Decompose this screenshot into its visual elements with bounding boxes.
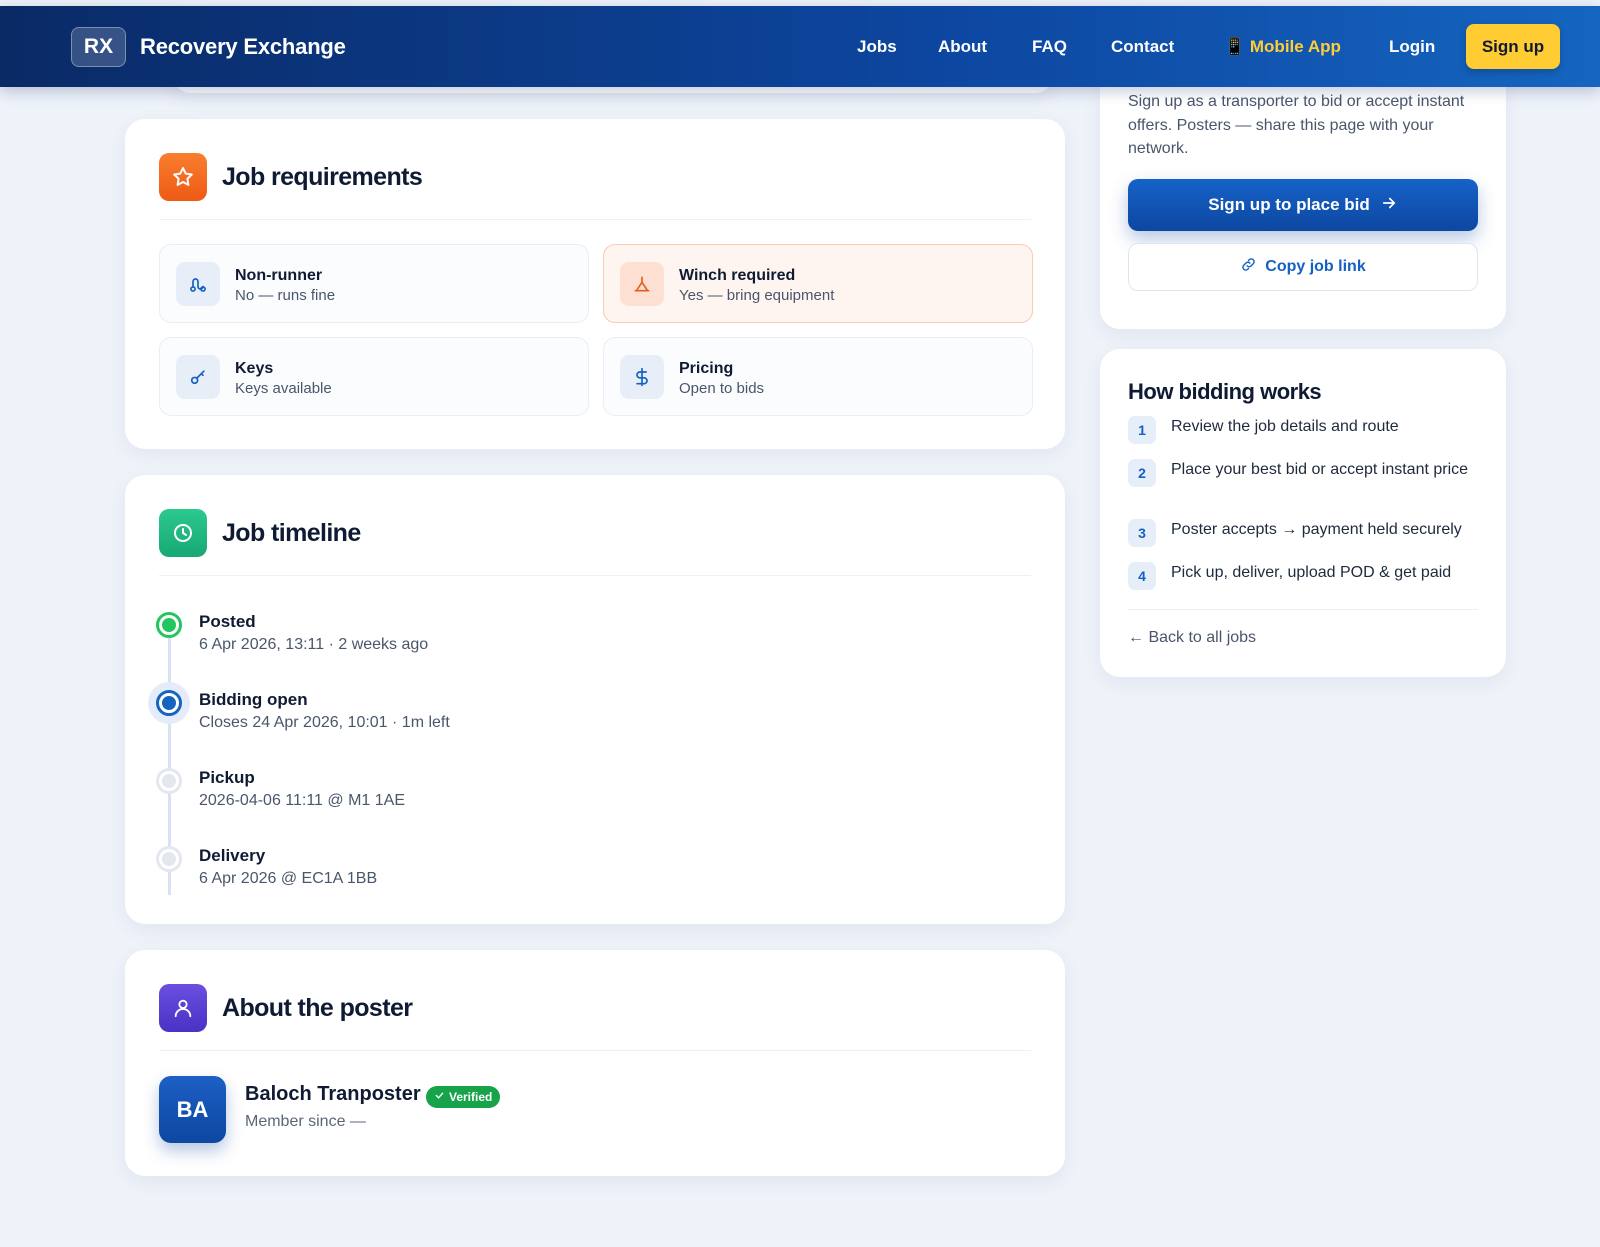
nav-about[interactable]: About <box>938 37 987 57</box>
logo-mark[interactable]: RX <box>71 27 126 67</box>
how-bidding-title: How bidding works <box>1128 379 1322 404</box>
tile-value: No — runs fine <box>235 287 336 304</box>
timeline-dot-pending <box>156 846 182 872</box>
timeline-step-detail: 6 Apr 2026, 13:11 · 2 weeks ago <box>199 636 429 653</box>
check-icon <box>434 1090 445 1104</box>
requirements-header: Job requirements <box>159 153 423 201</box>
how-bidding-card: How bidding works 1 Review the job detai… <box>1100 349 1506 677</box>
timeline-dot-done <box>156 612 182 638</box>
clock-icon <box>159 509 207 557</box>
nav-contact[interactable]: Contact <box>1111 37 1174 57</box>
nav-mobile-app[interactable]: 📱 Mobile App <box>1224 37 1341 57</box>
signup-button[interactable]: Sign up <box>1466 24 1560 69</box>
timeline-card: Job timeline Posted 6 Apr 2026, 13:11 · … <box>125 475 1065 924</box>
timeline-dot-pending <box>156 768 182 794</box>
key-icon <box>176 355 220 399</box>
dollar-icon <box>620 355 664 399</box>
poster-header: About the poster <box>159 984 413 1032</box>
divider <box>1128 609 1478 610</box>
poster-card: About the poster BA Baloch Tranposter Ve… <box>125 950 1065 1176</box>
user-icon <box>159 984 207 1032</box>
copy-link-label: Copy job link <box>1265 258 1366 275</box>
tile-title: Pricing <box>679 360 734 377</box>
cta-description: Sign up as a transporter to bid or accep… <box>1128 93 1465 157</box>
divider <box>159 575 1031 576</box>
step-text: Review the job details and route <box>1171 418 1399 435</box>
tile-title: Non-runner <box>235 267 323 284</box>
divider <box>159 1050 1031 1051</box>
step-text: Poster accepts → payment held securely <box>1171 521 1462 538</box>
star-icon <box>159 153 207 201</box>
tile-value: Yes — bring equipment <box>679 287 835 304</box>
step-number: 3 <box>1128 519 1156 547</box>
verified-label: Verified <box>449 1090 493 1104</box>
arrow-right-icon <box>1380 194 1398 217</box>
step-number: 4 <box>1128 562 1156 590</box>
bid-cta-card: Sign up as a transporter to bid or accep… <box>1100 82 1506 329</box>
top-nav: RX Recovery Exchange Jobs About FAQ Cont… <box>0 6 1600 87</box>
poster-title: About the poster <box>222 993 413 1022</box>
requirement-pricing: Pricing Open to bids <box>603 337 1033 416</box>
requirements-title: Job requirements <box>222 162 423 191</box>
step-number: 1 <box>1128 416 1156 444</box>
timeline-step-detail: 2026-04-06 11:11 @ M1 1AE <box>199 792 405 809</box>
timeline-step-title: Pickup <box>199 768 255 787</box>
timeline-title: Job timeline <box>222 518 361 547</box>
nav-jobs[interactable]: Jobs <box>857 37 897 57</box>
step-text: Pick up, deliver, upload POD & get paid <box>1171 564 1452 581</box>
winch-icon <box>620 262 664 306</box>
step-text: Place your best bid or accept instant pr… <box>1171 461 1469 478</box>
place-bid-button[interactable]: Sign up to place bid <box>1128 179 1478 231</box>
nav-login[interactable]: Login <box>1389 37 1435 57</box>
route-icon <box>176 262 220 306</box>
copy-link-button[interactable]: Copy job link <box>1128 243 1478 291</box>
brand-name[interactable]: Recovery Exchange <box>140 34 346 60</box>
place-bid-label: Sign up to place bid <box>1208 195 1370 214</box>
tile-title: Keys <box>235 360 274 377</box>
timeline-step-title: Posted <box>199 612 256 631</box>
requirement-keys: Keys Keys available <box>159 337 589 416</box>
requirements-card: Job requirements Non-runner No — runs fi… <box>125 119 1065 449</box>
timeline-dot-active <box>156 690 182 716</box>
verified-badge: Verified <box>426 1086 501 1108</box>
timeline-step-title: Bidding open <box>199 690 308 709</box>
tile-value: Keys available <box>235 380 332 397</box>
member-since: Member since — <box>245 1113 366 1130</box>
nav-faq[interactable]: FAQ <box>1032 37 1067 57</box>
requirement-non-runner: Non-runner No — runs fine <box>159 244 589 323</box>
avatar: BA <box>159 1076 226 1143</box>
link-icon <box>1240 256 1257 278</box>
tile-title: Winch required <box>679 267 796 284</box>
back-to-jobs-link[interactable]: ← Back to all jobs <box>1128 629 1256 647</box>
timeline-step-detail: Closes 24 Apr 2026, 10:01 · 1m left <box>199 714 450 731</box>
step-number: 2 <box>1128 459 1156 487</box>
timeline-step-detail: 6 Apr 2026 @ EC1A 1BB <box>199 870 378 887</box>
timeline-step-title: Delivery <box>199 846 266 865</box>
divider <box>159 219 1031 220</box>
requirement-winch: Winch required Yes — bring equipment <box>603 244 1033 323</box>
tile-value: Open to bids <box>679 380 765 397</box>
poster-name: Baloch Tranposter <box>245 1083 421 1105</box>
timeline-header: Job timeline <box>159 509 361 557</box>
